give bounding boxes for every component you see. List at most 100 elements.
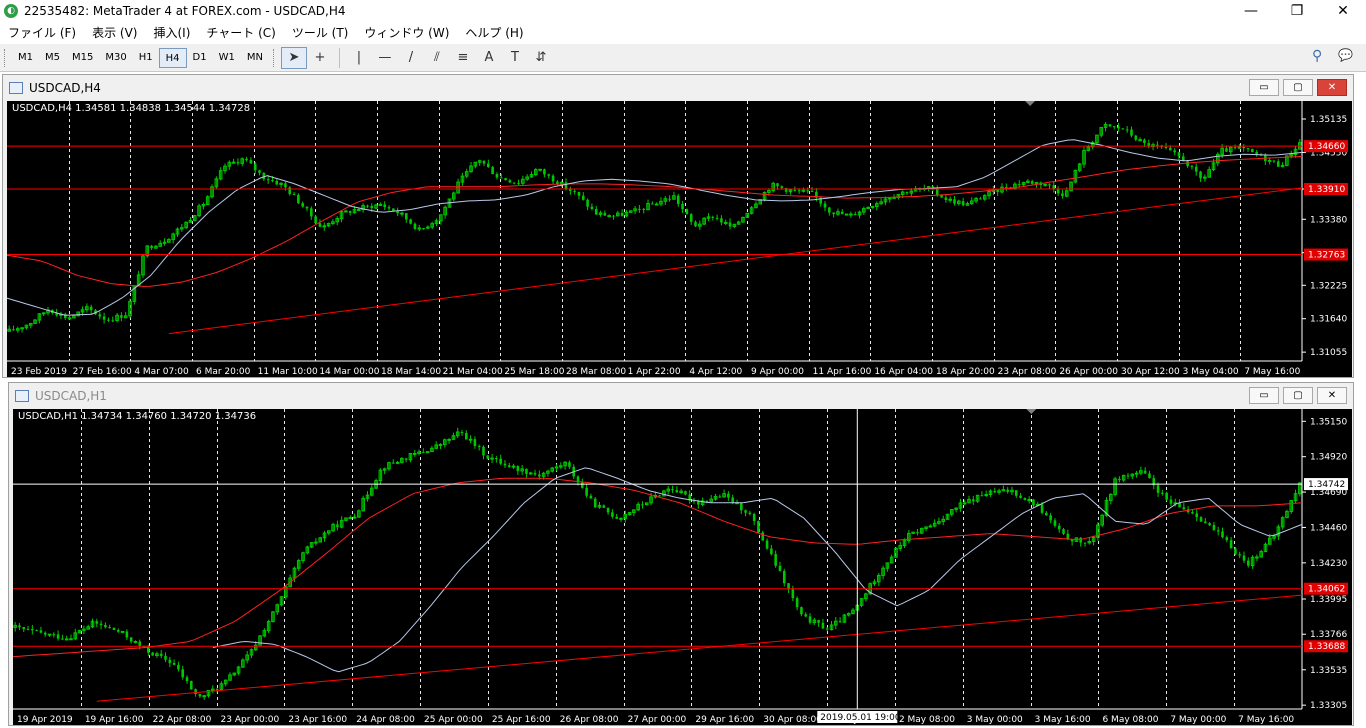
candle-body-bear: [586, 199, 589, 207]
toolbar-grip-2[interactable]: [272, 48, 277, 67]
price-label: 1.34742: [1308, 480, 1345, 490]
time-axis-label: 24 Apr 08:00: [356, 715, 415, 725]
chart-plot-h4[interactable]: 1.351351.345501.339101.333801.327951.322…: [7, 101, 1352, 377]
candle-body-bull: [490, 457, 494, 460]
candle-body-bear: [1208, 523, 1211, 526]
text-label-icon[interactable]: T: [502, 47, 528, 69]
chart-plot-h1[interactable]: 1.35150 1.34920 1.34690 1.34460 1.34230 1.339…: [13, 409, 1352, 725]
chart-window-h4[interactable]: USDCAD,H4 ▭ ▢ ✕ 1.351351.345501.339101.3…: [2, 74, 1354, 378]
chart-h1-minimize-button[interactable]: ▭: [1249, 387, 1279, 404]
candle-body-bear: [301, 203, 304, 207]
close-button[interactable]: ✕: [1320, 0, 1366, 22]
candle-body-bear: [953, 199, 956, 204]
chart-h4-maximize-button[interactable]: ▢: [1283, 79, 1313, 96]
cursor-icon[interactable]: ➤: [280, 46, 307, 69]
candle-body-bear: [504, 178, 507, 181]
candle-body-bear: [1079, 537, 1083, 543]
candle-body-bear: [477, 445, 481, 447]
timeframe-m30[interactable]: M30: [99, 48, 132, 68]
search-icon[interactable]: ⚲: [1312, 48, 1322, 64]
toolbar-grip[interactable]: [4, 48, 8, 67]
timeframe-w1[interactable]: W1: [213, 48, 241, 68]
candle-body-bear: [1251, 149, 1254, 153]
candle-body-bear: [22, 627, 26, 629]
menu-tools[interactable]: ツール (T): [284, 22, 357, 44]
timeframe-m15[interactable]: M15: [66, 48, 99, 68]
moving-average-fast: [7, 139, 1303, 316]
candle-body-bear: [473, 439, 477, 446]
candle-body-bear: [1057, 525, 1061, 530]
time-axis-label: 23 Feb 2019: [11, 367, 67, 377]
chart-h1-close-button[interactable]: ✕: [1317, 387, 1347, 404]
candle-body-bear: [487, 163, 490, 168]
crosshair-icon[interactable]: +: [307, 47, 333, 69]
fibonacci-icon[interactable]: ≡: [450, 47, 476, 69]
candle-body-bull: [928, 525, 933, 528]
time-axis-label: 3 May 00:00: [967, 715, 1023, 725]
chart-window-h4-titlebar[interactable]: USDCAD,H4 ▭ ▢ ✕: [3, 75, 1353, 101]
candle-body-bull: [870, 205, 875, 208]
candle-body-bear: [253, 163, 257, 171]
candle-body-bear: [1229, 540, 1233, 549]
menu-file[interactable]: ファイル (F): [0, 22, 84, 44]
timeframe-m5[interactable]: M5: [39, 48, 66, 68]
menu-chart[interactable]: チャート (C): [198, 22, 283, 44]
candle-body-bear: [612, 215, 615, 217]
timeframe-mn[interactable]: MN: [241, 48, 269, 68]
candle-body-bear: [727, 493, 730, 498]
time-axis-label: 3 May 16:00: [1035, 715, 1091, 725]
time-axis-label: 23 Apr 08:00: [998, 367, 1057, 377]
candle-body-bear: [671, 489, 674, 491]
candle-body-bear: [310, 208, 313, 217]
candle-body-bear: [797, 190, 801, 192]
candle-body-bull: [1027, 499, 1031, 502]
maximize-button[interactable]: ❐: [1274, 0, 1320, 22]
timeframe-h4[interactable]: H4: [158, 47, 187, 68]
candle-body-bear: [1112, 126, 1116, 128]
candle-body-bear: [1276, 161, 1280, 167]
candle-body-bear: [603, 212, 607, 216]
candle-body-bear: [744, 510, 747, 513]
time-axis-label: 29 Apr 16:00: [695, 715, 754, 725]
menu-view[interactable]: 表示 (V): [84, 22, 145, 44]
candle-body-bear: [853, 214, 857, 216]
candle-body-bear: [840, 211, 844, 215]
crosshair-time-label: 2019.05.01 19:00: [820, 713, 901, 723]
time-axis-label: 25 Apr 00:00: [424, 715, 483, 725]
menu-window[interactable]: ウィンドウ (W): [356, 22, 457, 44]
menu-insert[interactable]: 挿入(I): [145, 22, 198, 44]
chart-shift-marker-icon: [1026, 409, 1037, 414]
timeframe-m1[interactable]: M1: [12, 48, 39, 68]
menu-help[interactable]: ヘルプ (H): [457, 22, 531, 44]
candle-body-bear: [697, 501, 700, 505]
channel-icon[interactable]: ⫽: [424, 47, 450, 69]
chart-h4-minimize-button[interactable]: ▭: [1249, 79, 1279, 96]
chart-h4-close-button[interactable]: ✕: [1317, 79, 1347, 96]
candle-body-bear: [581, 195, 585, 200]
arrows-icon[interactable]: ⇵: [528, 47, 554, 69]
candle-body-bear: [404, 458, 408, 460]
candle-body-bear: [1156, 485, 1160, 493]
candle-body-bull: [607, 215, 611, 218]
chart-window-h1[interactable]: USDCAD,H1 ▭ ▢ ✕ 1.35150 1.34920 1.34690 1.3…: [8, 382, 1354, 726]
time-axis-label: 14 Mar 00:00: [319, 367, 379, 377]
chart-canvas-h4[interactable]: 1.351351.345501.339101.333801.327951.322…: [7, 101, 1352, 377]
price-tick-label: 1.35135: [1310, 115, 1347, 125]
candle-body-bull: [1043, 183, 1047, 186]
trendline-icon[interactable]: /: [398, 47, 424, 69]
candle-body-bear: [422, 451, 425, 453]
chart-h1-maximize-button[interactable]: ▢: [1283, 387, 1313, 404]
candle-body-bear: [150, 245, 153, 249]
chart-window-h1-titlebar[interactable]: USDCAD,H1 ▭ ▢ ✕: [9, 383, 1353, 409]
candle-body-bull: [231, 161, 236, 164]
candle-body-bear: [1225, 537, 1229, 541]
minimize-button[interactable]: —: [1228, 0, 1274, 22]
trendline: [168, 187, 1303, 335]
chat-icon[interactable]: 💬: [1338, 48, 1353, 62]
timeframe-h1[interactable]: H1: [133, 48, 159, 68]
vertical-line-icon[interactable]: |: [346, 47, 372, 69]
text-icon[interactable]: A: [476, 47, 502, 69]
chart-canvas-h1[interactable]: 1.351501.349201.346901.344601.342301.339…: [13, 409, 1352, 725]
timeframe-d1[interactable]: D1: [187, 48, 213, 68]
horizontal-line-icon[interactable]: —: [372, 47, 398, 69]
